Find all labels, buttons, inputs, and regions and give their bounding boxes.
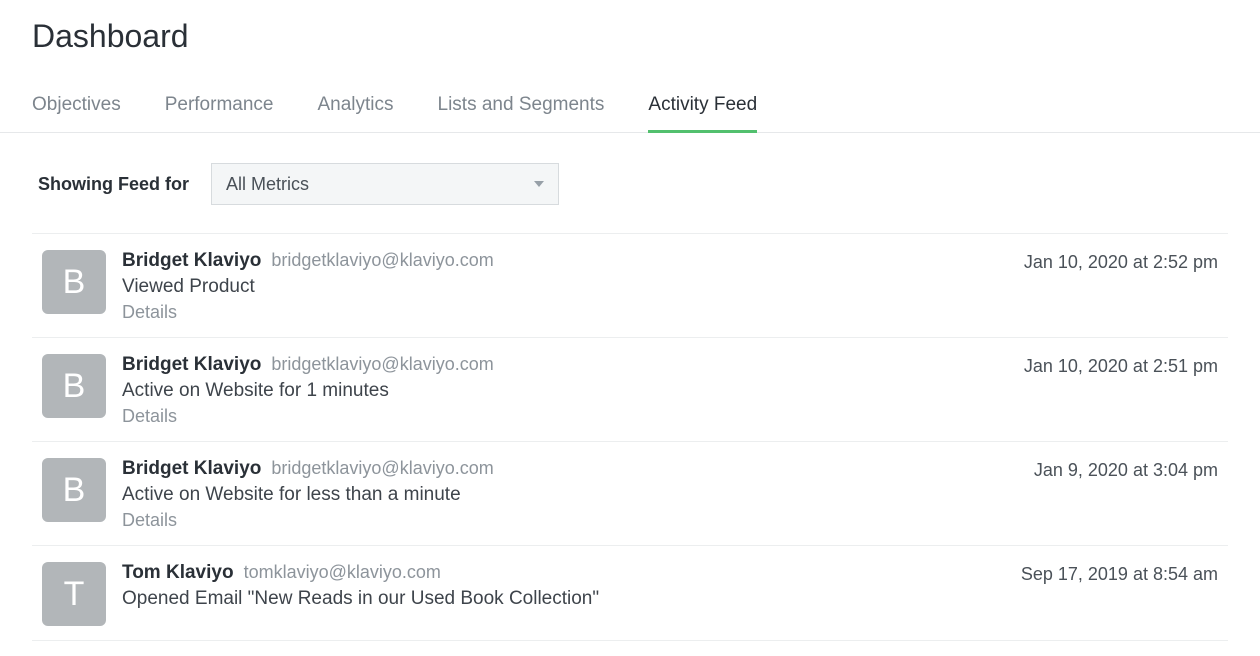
feed-details-link[interactable]: Details — [122, 302, 177, 323]
tabs-bar: Objectives Performance Analytics Lists and … — [0, 83, 1260, 133]
feed-timestamp: Jan 9, 2020 at 3:04 pm — [1034, 458, 1218, 531]
feed-user-name[interactable]: Bridget Klaviyo — [122, 354, 261, 376]
feed-details-link[interactable]: Details — [122, 510, 177, 531]
page-title: Dashboard — [32, 18, 1228, 55]
feed-action-text: Active on Website for less than a minute — [122, 484, 1018, 506]
metric-select[interactable]: All Metrics — [211, 163, 559, 205]
feed-header: Bridget Klaviyo bridgetklaviyo@klaviyo.co… — [122, 458, 1018, 480]
feed-timestamp: Sep 17, 2019 at 8:54 am — [1021, 562, 1218, 626]
feed-timestamp: Jan 10, 2020 at 2:52 pm — [1024, 250, 1218, 323]
feed-item: B Bridget Klaviyo bridgetklaviyo@klaviyo.c… — [32, 442, 1228, 546]
feed-user-name[interactable]: Tom Klaviyo — [122, 562, 234, 584]
activity-feed: B Bridget Klaviyo bridgetklaviyo@klaviyo.c… — [32, 233, 1228, 641]
feed-action-text: Viewed Product — [122, 276, 1008, 298]
feed-timestamp: Jan 10, 2020 at 2:51 pm — [1024, 354, 1218, 427]
avatar: B — [42, 354, 106, 418]
feed-item: B Bridget Klaviyo bridgetklaviyo@klaviyo.c… — [32, 234, 1228, 338]
filter-label: Showing Feed for — [38, 174, 189, 195]
feed-item: B Bridget Klaviyo bridgetklaviyo@klaviyo.c… — [32, 338, 1228, 442]
feed-details-link[interactable]: Details — [122, 406, 177, 427]
tab-activity-feed[interactable]: Activity Feed — [648, 84, 757, 133]
feed-user-email: bridgetklaviyo@klaviyo.com — [271, 354, 493, 375]
feed-body: Bridget Klaviyo bridgetklaviyo@klaviyo.co… — [122, 250, 1008, 323]
feed-user-email: bridgetklaviyo@klaviyo.com — [271, 250, 493, 271]
tab-analytics[interactable]: Analytics — [317, 84, 393, 133]
feed-user-email: bridgetklaviyo@klaviyo.com — [271, 458, 493, 479]
filter-row: Showing Feed for All Metrics — [32, 133, 1228, 233]
feed-action-text: Opened Email "New Reads in our Used Book… — [122, 588, 1005, 610]
metric-select-value: All Metrics — [226, 174, 309, 195]
feed-action-text: Active on Website for 1 minutes — [122, 380, 1008, 402]
tab-objectives[interactable]: Objectives — [32, 84, 121, 133]
feed-header: Tom Klaviyo tomklaviyo@klaviyo.com — [122, 562, 1005, 584]
avatar: T — [42, 562, 106, 626]
feed-header: Bridget Klaviyo bridgetklaviyo@klaviyo.co… — [122, 354, 1008, 376]
tab-performance[interactable]: Performance — [165, 84, 274, 133]
avatar: B — [42, 458, 106, 522]
feed-user-email: tomklaviyo@klaviyo.com — [244, 562, 441, 583]
feed-user-name[interactable]: Bridget Klaviyo — [122, 250, 261, 272]
chevron-down-icon — [534, 181, 544, 187]
feed-header: Bridget Klaviyo bridgetklaviyo@klaviyo.co… — [122, 250, 1008, 272]
feed-body: Bridget Klaviyo bridgetklaviyo@klaviyo.co… — [122, 354, 1008, 427]
avatar: B — [42, 250, 106, 314]
feed-user-name[interactable]: Bridget Klaviyo — [122, 458, 261, 480]
feed-body: Bridget Klaviyo bridgetklaviyo@klaviyo.co… — [122, 458, 1018, 531]
tab-lists-and-segments[interactable]: Lists and Segments — [438, 84, 605, 133]
feed-body: Tom Klaviyo tomklaviyo@klaviyo.com Opened … — [122, 562, 1005, 626]
feed-item: T Tom Klaviyo tomklaviyo@klaviyo.com Opened… — [32, 546, 1228, 641]
